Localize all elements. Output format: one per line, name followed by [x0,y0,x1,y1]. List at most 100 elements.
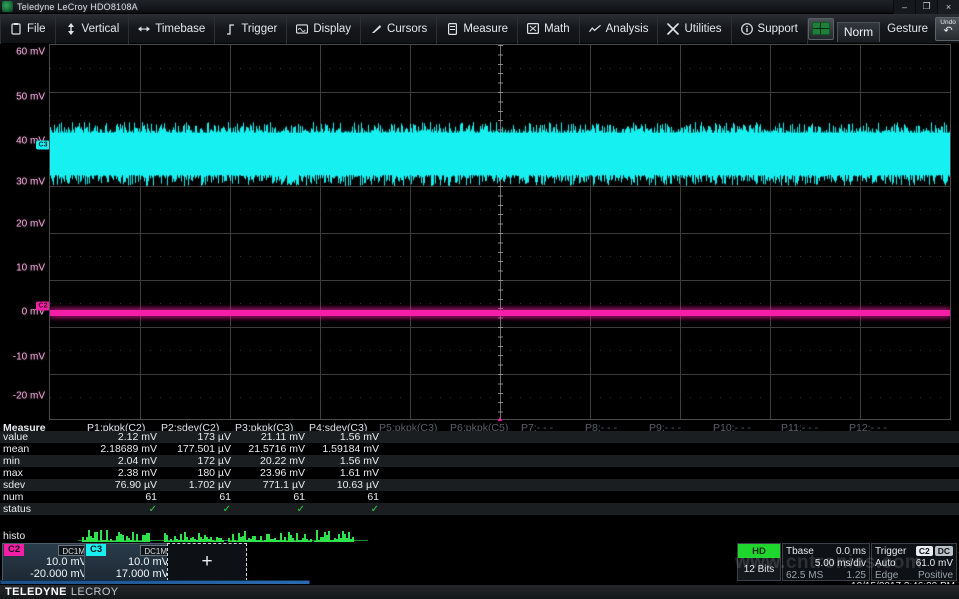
channel-box-c2[interactable]: C2 DC1M 10.0 mV -20.000 mV [2,543,92,581]
measure-cell-num: 61 [299,491,379,503]
channel-offset-c2: -20.000 mV [3,568,91,580]
measure-cell-mean: 1.59184 mV [299,443,379,455]
measure-cell-max: 180 µV [151,467,231,479]
menubar-right-controls: Norm Gesture Undo ↶ [808,14,959,44]
menu-label: Vertical [82,23,120,35]
grid-layout-icon[interactable] [808,18,834,40]
measure-cell-status: ✓ [299,504,379,515]
menu-item-vertical[interactable]: Vertical [56,14,130,44]
timebase-box[interactable]: Tbase 0.0 ms 5.00 ms/div 62.5 MS 1.25 [782,543,870,581]
measure-cell-sdev: 76.90 µV [77,479,157,491]
hd-mode-box[interactable]: HD 12 Bits [737,543,781,581]
y-tick-label: 60 mV [16,47,45,58]
menu-label: Measure [463,23,508,35]
footer-brand-bar: TELEDYNE LECROY [0,584,959,599]
horizontal-arrows-icon [138,23,150,35]
measure-table[interactable]: MeasureP1:pkpk(C2)P2:sdev(C2)P3:pkpk(C3)… [0,421,959,543]
timebase-delay: 0.0 ms [836,546,866,557]
info-icon [741,23,753,35]
measure-cell-sdev: 771.1 µV [225,479,305,491]
measure-row-label: num [3,491,23,503]
add-trace-button[interactable]: + [167,543,247,581]
minimize-button[interactable]: – [893,0,915,14]
menu-label: Utilities [684,23,721,35]
measure-cell-value: 173 µV [151,431,231,443]
measure-row-label: value [3,431,28,443]
measure-row: value2.12 mV173 µV21.11 mV1.56 mV [0,431,959,443]
trigger-box[interactable]: Trigger C2DC Auto 61.0 mV Edge Positive [871,543,957,581]
timebase-memory: 62.5 MS [786,570,823,581]
channel-scale-c3: 10.0 mV [85,556,173,568]
measure-cell-value: 2.12 mV [77,431,157,443]
menu-item-timebase[interactable]: Timebase [129,14,215,44]
menu-item-cursors[interactable]: Cursors [361,14,437,44]
menu-label: Trigger [241,23,277,35]
measure-cell-value: 1.56 mV [299,431,379,443]
measure-row: num61616161 [0,491,959,503]
y-axis: 60 mV 50 mV 40 mV 30 mV 20 mV 10 mV 0 mV… [0,44,49,420]
measure-row: max2.38 mV180 µV23.96 mV1.61 mV [0,467,959,479]
menu-label: Support [758,23,798,35]
trigger-label: Trigger [875,546,906,557]
menu-item-display[interactable]: Display [287,14,361,44]
menu-label: File [27,23,46,35]
trigger-edge-icon [224,23,236,35]
trace-c2[interactable] [50,307,950,319]
measure-cell-sdev: 10.63 µV [299,479,379,491]
y-tick-label: 30 mV [16,177,45,188]
trigger-mode-tab[interactable]: Norm [837,22,880,42]
menu-label: Analysis [606,23,649,35]
measure-cell-min: 172 µV [151,455,231,467]
y-tick-label: 50 mV [16,92,45,103]
trace-c3[interactable] [50,123,950,183]
trigger-coupling[interactable]: DC [935,546,953,556]
y-tick-label: -10 mV [13,352,45,363]
menu-item-utilities[interactable]: Utilities [658,14,731,44]
trigger-level: 61.0 mV [916,558,953,569]
measure-cell-num: 61 [151,491,231,503]
measure-cell-max: 1.61 mV [299,467,379,479]
measure-cell-status: ✓ [225,504,305,515]
status-bar: HD 12 Bits Tbase 0.0 ms 5.00 ms/div 62.5… [737,543,959,581]
maximize-button[interactable]: ❐ [915,0,937,14]
menu-item-trigger[interactable]: Trigger [215,14,287,44]
y-tick-label: -20 mV [13,391,45,402]
measure-cell-min: 2.04 mV [77,455,157,467]
graticule[interactable] [49,44,951,420]
measure-row-label: min [3,455,20,467]
trigger-source[interactable]: C2 [916,546,933,556]
menu-item-file[interactable]: File [0,14,56,44]
menu-item-analysis[interactable]: Analysis [580,14,659,44]
trigger-mode: Auto [875,558,896,569]
menu-item-support[interactable]: Support [732,14,808,44]
channel-box-c3[interactable]: C3 DC1M 10.0 mV 17.000 mV [84,543,174,581]
window-controls: – ❐ × [893,0,959,14]
channel-marker-c2[interactable]: C2 [36,302,50,311]
measure-cell-max: 2.38 mV [77,467,157,479]
close-button[interactable]: × [937,0,959,14]
measure-cell-num: 61 [225,491,305,503]
timebase-label: Tbase [786,546,814,557]
display-icon [296,23,308,35]
measure-cell-max: 23.96 mV [225,467,305,479]
analysis-chart-icon [589,23,601,35]
math-icon [527,23,539,35]
measure-row: min2.04 mV172 µV20.22 mV1.56 mV [0,455,959,467]
brand-lecroy: LECROY [67,586,119,598]
undo-button[interactable]: Undo ↶ [935,17,959,41]
menu-item-measure[interactable]: Measure [437,14,518,44]
measure-cell-status: ✓ [77,504,157,515]
menu-label: Display [313,23,351,35]
menu-item-math[interactable]: Math [518,14,580,44]
waveform-display[interactable]: 60 mV 50 mV 40 mV 30 mV 20 mV 10 mV 0 mV… [0,44,959,420]
undo-arrow-icon: ↶ [943,26,952,37]
hd-label: HD [738,544,780,558]
gesture-button[interactable]: Gesture [880,23,935,35]
measure-cell-status: ✓ [151,504,231,515]
channel-marker-c3[interactable]: C3 [36,141,50,150]
trace-c3-band [50,133,950,173]
measure-row: mean2.18689 mV177.501 µV21.5716 mV1.5918… [0,443,959,455]
timebase-scale: 5.00 ms/div [815,558,866,569]
menu-label: Math [544,23,570,35]
file-icon [10,23,22,35]
